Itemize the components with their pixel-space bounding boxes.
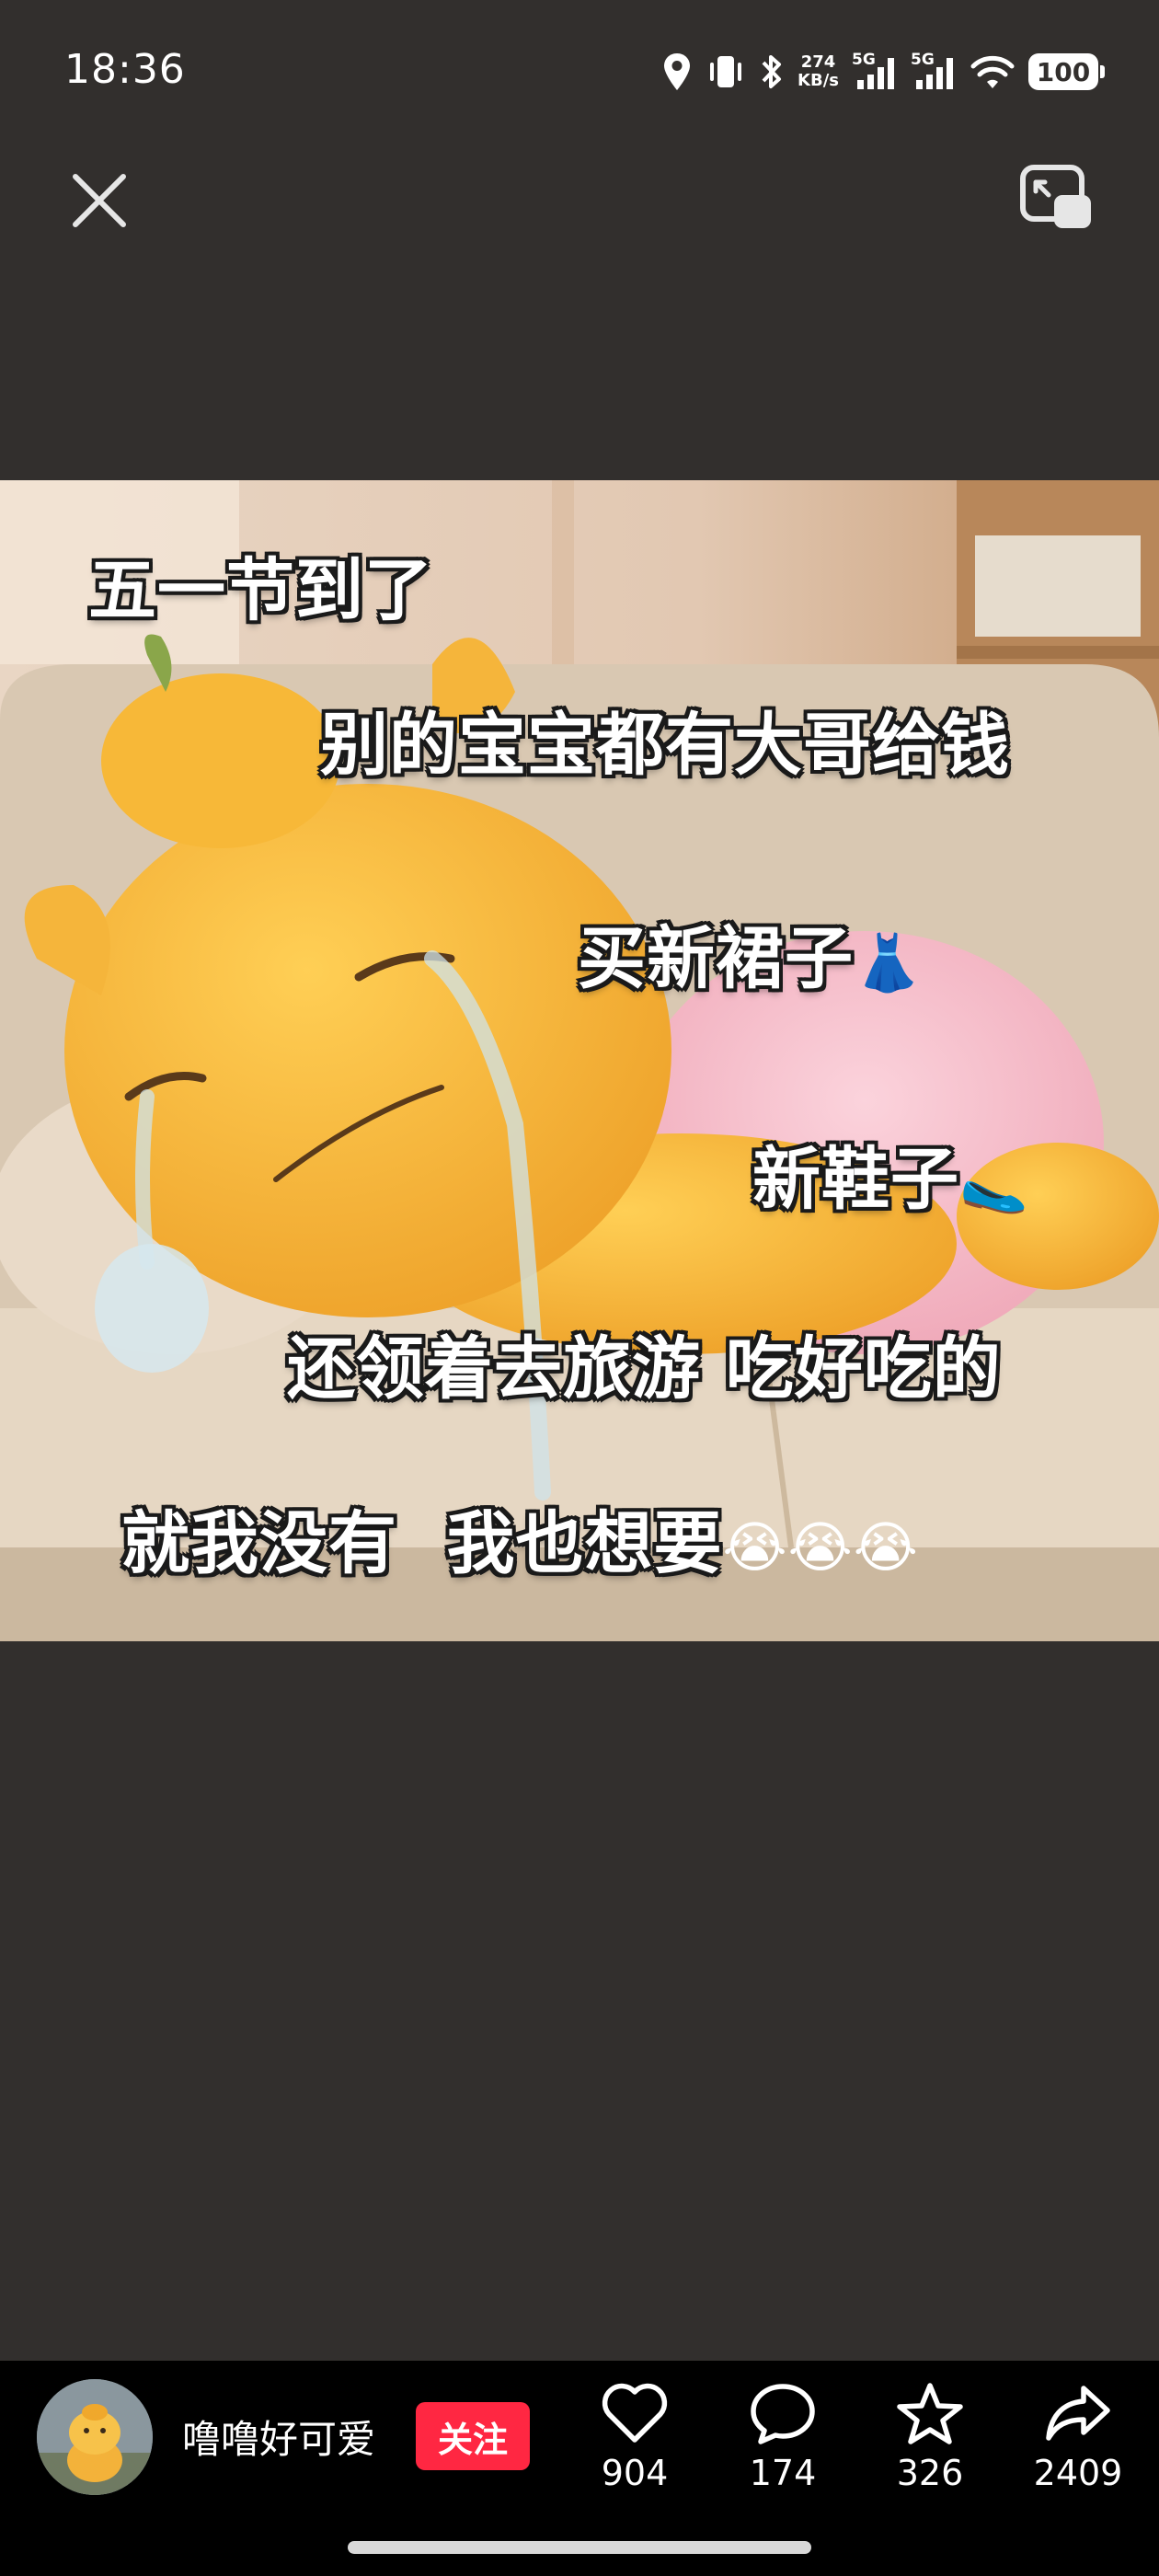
like-count: 904 [601, 2453, 669, 2493]
caption-line-4-text: 新鞋子 [752, 1140, 959, 1219]
comment-icon [751, 2384, 815, 2444]
network-speed-unit: KB/s [798, 71, 839, 90]
caption-line-4: 新鞋子🥿 [752, 1124, 1029, 1223]
caption-line-1: 五一节到了 [88, 551, 433, 630]
picture-in-picture-button[interactable] [1017, 162, 1096, 236]
status-time: 18:36 [64, 46, 186, 93]
caption-line-3: 买新裙子👗 [578, 903, 924, 1002]
share-count: 2409 [1033, 2453, 1123, 2493]
avatar-image [37, 2379, 153, 2495]
status-bar: 18:36 274 KB/s 5G 5G 100 [0, 0, 1159, 147]
share-button[interactable]: 2409 [1018, 2381, 1138, 2519]
shoe-emoji: 🥿 [959, 1151, 1029, 1216]
signal-icon: 5G [852, 51, 898, 93]
follow-button[interactable]: 关注 [416, 2402, 530, 2470]
favorite-count: 326 [896, 2453, 964, 2493]
network-speed: 274 KB/s [798, 53, 839, 90]
sleeping-cartoon-illustration [0, 480, 1159, 1641]
home-indicator[interactable] [348, 2541, 811, 2554]
comment-count: 174 [749, 2453, 817, 2493]
network-speed-value: 274 [800, 52, 836, 72]
like-button[interactable]: 904 [575, 2381, 694, 2519]
caption-line-2: 别的宝宝都有大哥给钱 [320, 706, 1010, 785]
close-button[interactable] [66, 167, 132, 234]
caption-line-3-text: 买新裙子 [578, 919, 854, 998]
close-icon [73, 174, 126, 227]
heart-icon [602, 2383, 668, 2443]
caption-line-5: 还领着去旅游 吃好吃的 [287, 1329, 1002, 1409]
bluetooth-icon [759, 52, 785, 92]
share-icon [1046, 2386, 1110, 2441]
wifi-icon [970, 52, 1016, 92]
signal-icon: 5G [911, 51, 957, 93]
bottom-action-bar: 噜噜好可爱 关注 904 174 326 2409 [0, 2361, 1159, 2576]
caption-line-6: 就我没有 我也想要😭😭😭 [121, 1489, 919, 1587]
picture-in-picture-icon [1020, 165, 1091, 228]
dress-emoji: 👗 [854, 930, 924, 995]
author-name[interactable]: 噜噜好可爱 [182, 2409, 375, 2465]
star-icon [897, 2383, 963, 2444]
vibrate-icon [706, 52, 746, 92]
favorite-button[interactable]: 326 [870, 2381, 990, 2519]
battery-icon: 100 [1028, 53, 1105, 90]
post-image[interactable]: 五一节到了 别的宝宝都有大哥给钱 买新裙子👗 新鞋子🥿 还领着去旅游 吃好吃的 … [0, 480, 1159, 1641]
crying-emoji: 😭😭😭 [722, 1515, 919, 1581]
comment-button[interactable]: 174 [723, 2381, 843, 2519]
caption-line-6-text: 就我没有 我也想要 [121, 1504, 723, 1583]
status-icons: 274 KB/s 5G 5G 100 [661, 44, 1105, 99]
location-icon [661, 52, 693, 92]
avatar[interactable] [37, 2379, 153, 2495]
